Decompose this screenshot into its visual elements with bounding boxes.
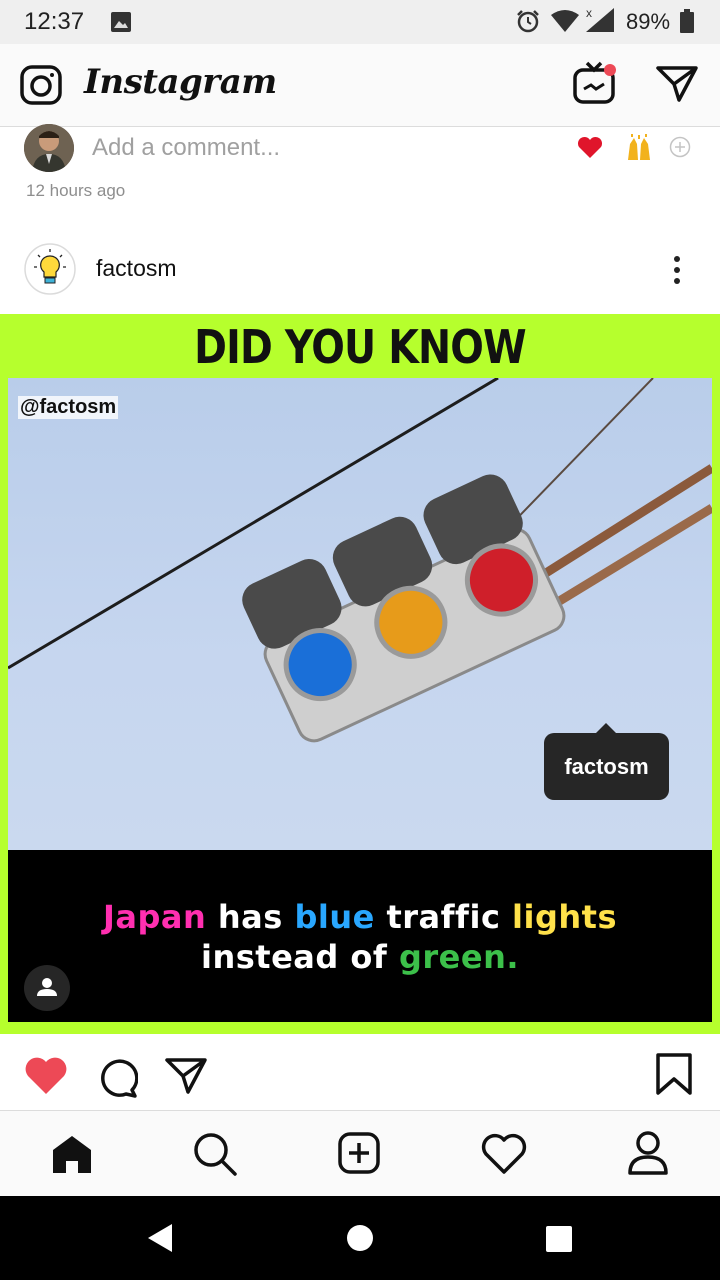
caption-word-blue: blue (294, 898, 375, 936)
battery-icon (680, 9, 694, 33)
caption-bar (8, 850, 712, 1022)
igtv-icon[interactable] (572, 60, 620, 108)
direct-message-icon[interactable] (655, 64, 699, 104)
caption-word-traffic: traffic (374, 898, 513, 936)
back-icon[interactable] (146, 1222, 174, 1254)
add-comment-input[interactable]: Add a comment... (92, 134, 280, 162)
more-options-icon[interactable] (670, 255, 684, 285)
post-headline: DID YOU KNOW (194, 320, 527, 374)
home-button-icon[interactable] (346, 1224, 374, 1252)
post-username[interactable]: factosm (96, 255, 177, 282)
caption-line-1: Japan has blue traffic lights (0, 898, 720, 936)
battery-percentage: 89% (626, 9, 671, 34)
raised-hands-emoji-reaction[interactable] (624, 134, 654, 162)
activity-icon[interactable] (481, 1133, 527, 1175)
add-post-icon[interactable] (337, 1131, 381, 1175)
home-icon[interactable] (50, 1133, 94, 1175)
like-icon[interactable] (24, 1056, 68, 1096)
share-icon[interactable] (164, 1056, 208, 1096)
camera-icon[interactable] (20, 65, 62, 105)
app-header: Instagram (0, 44, 720, 127)
heart-emoji-reaction[interactable] (576, 136, 604, 160)
caption-word-japan: Japan (102, 898, 207, 936)
status-bar: 12:37 x 89% (0, 0, 720, 44)
cell-signal-icon: x (586, 6, 614, 32)
add-reaction-icon[interactable] (669, 136, 691, 158)
wifi-icon (551, 10, 579, 32)
post-actions-row (0, 1034, 720, 1111)
caption-line-2: instead of green. (0, 938, 720, 976)
tagged-users-button[interactable] (24, 965, 70, 1011)
svg-text:x: x (586, 6, 592, 20)
person-icon (37, 978, 57, 996)
caption-word-has: has (206, 898, 295, 936)
caption-word-instead-of: instead of (200, 938, 399, 976)
current-user-avatar (24, 124, 74, 172)
caption-word-green: green. (398, 938, 519, 976)
factosm-avatar[interactable] (24, 243, 76, 295)
instagram-logo: Instagram (84, 62, 277, 102)
caption-word-lights: lights (512, 898, 618, 936)
status-time: 12:37 (24, 8, 85, 35)
recents-icon[interactable] (545, 1225, 573, 1253)
alarm-icon (517, 10, 539, 33)
save-bookmark-icon[interactable] (654, 1052, 694, 1096)
bottom-navigation (0, 1111, 720, 1196)
comment-timestamp: 12 hours ago (26, 181, 126, 200)
system-navigation-bar (0, 1196, 720, 1280)
comment-icon[interactable] (96, 1056, 138, 1098)
image-notification-icon (111, 12, 131, 32)
search-icon[interactable] (192, 1131, 238, 1177)
post-watermark: @factosm (18, 396, 119, 419)
profile-icon[interactable] (626, 1129, 670, 1177)
user-tag-bubble[interactable]: factosm (544, 723, 669, 800)
